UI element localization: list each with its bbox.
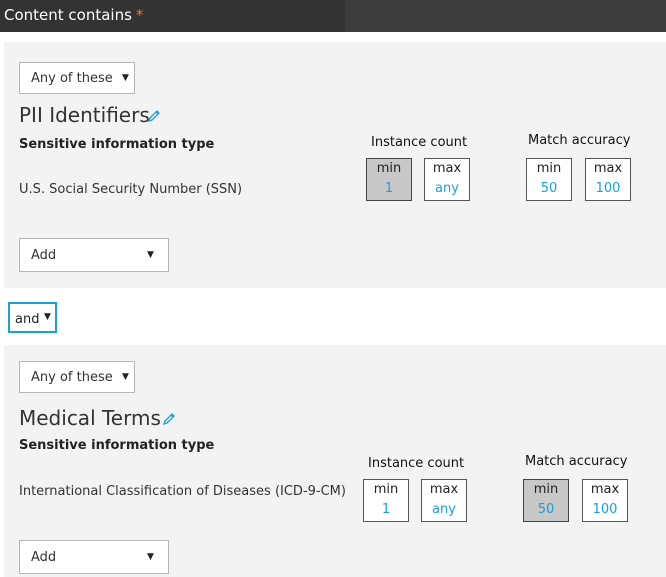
match-accuracy-min[interactable]: min 50 bbox=[526, 158, 572, 201]
match-accuracy-label: Match accuracy bbox=[525, 454, 628, 469]
sensitive-info-type-label: Sensitive information type bbox=[19, 438, 215, 453]
pencil-icon[interactable] bbox=[147, 109, 161, 123]
instance-max-label: max bbox=[432, 161, 462, 176]
instance-count-min[interactable]: min 1 bbox=[366, 158, 412, 201]
group-title: PII Identifiers bbox=[19, 103, 150, 127]
sensitive-info-type-item: International Classification of Diseases… bbox=[19, 484, 346, 499]
match-accuracy-max[interactable]: max 100 bbox=[585, 158, 631, 201]
instance-min-label: min bbox=[373, 482, 399, 497]
accuracy-min-value: 50 bbox=[537, 502, 555, 517]
caret-down-icon: ▼ bbox=[44, 312, 51, 322]
section-title: Content contains * bbox=[4, 6, 143, 24]
group-operator-select[interactable]: and ▼ bbox=[8, 302, 57, 333]
caret-down-icon: ▼ bbox=[147, 250, 154, 260]
condition-group-pii: Any of these ▼ PII Identifiers Sensitive… bbox=[4, 42, 666, 288]
condition-group-medical: Any of these ▼ Medical Terms Sensitive i… bbox=[4, 345, 666, 577]
required-mark: * bbox=[135, 6, 144, 24]
add-label: Add bbox=[31, 550, 57, 565]
section-header: Content contains * bbox=[0, 0, 666, 32]
match-mode-value: Any of these bbox=[31, 71, 113, 86]
match-mode-select[interactable]: Any of these ▼ bbox=[19, 62, 135, 94]
instance-max-label: max bbox=[429, 482, 459, 497]
match-accuracy-min[interactable]: min 50 bbox=[523, 479, 569, 522]
operator-value: and bbox=[15, 312, 40, 327]
caret-down-icon: ▼ bbox=[122, 73, 129, 83]
instance-max-value: any bbox=[435, 181, 459, 196]
instance-max-value: any bbox=[432, 502, 456, 517]
instance-min-value: 1 bbox=[381, 502, 391, 517]
accuracy-min-value: 50 bbox=[540, 181, 558, 196]
accuracy-max-label: max bbox=[590, 482, 620, 497]
match-mode-select[interactable]: Any of these ▼ bbox=[19, 361, 135, 393]
sensitive-info-type-item: U.S. Social Security Number (SSN) bbox=[19, 182, 243, 197]
match-accuracy-label: Match accuracy bbox=[528, 133, 631, 148]
instance-count-max[interactable]: max any bbox=[421, 479, 467, 522]
accuracy-max-value: 100 bbox=[592, 502, 618, 517]
sensitive-info-type-label: Sensitive information type bbox=[19, 137, 215, 152]
pencil-icon[interactable] bbox=[162, 412, 176, 426]
add-dropdown[interactable]: Add ▼ bbox=[19, 238, 169, 272]
instance-min-value: 1 bbox=[384, 181, 394, 196]
instance-count-min[interactable]: min 1 bbox=[363, 479, 409, 522]
caret-down-icon: ▼ bbox=[122, 372, 129, 382]
group-title: Medical Terms bbox=[19, 406, 161, 430]
instance-min-label: min bbox=[376, 161, 402, 176]
accuracy-max-value: 100 bbox=[595, 181, 621, 196]
accuracy-min-label: min bbox=[533, 482, 559, 497]
match-accuracy-max[interactable]: max 100 bbox=[582, 479, 628, 522]
match-mode-value: Any of these bbox=[31, 370, 113, 385]
instance-count-max[interactable]: max any bbox=[424, 158, 470, 201]
caret-down-icon: ▼ bbox=[147, 552, 154, 562]
section-title-text: Content contains bbox=[4, 6, 132, 24]
add-label: Add bbox=[31, 248, 57, 263]
add-dropdown[interactable]: Add ▼ bbox=[19, 540, 169, 574]
accuracy-min-label: min bbox=[536, 161, 562, 176]
instance-count-label: Instance count bbox=[368, 456, 465, 471]
accuracy-max-label: max bbox=[593, 161, 623, 176]
instance-count-label: Instance count bbox=[371, 135, 468, 150]
